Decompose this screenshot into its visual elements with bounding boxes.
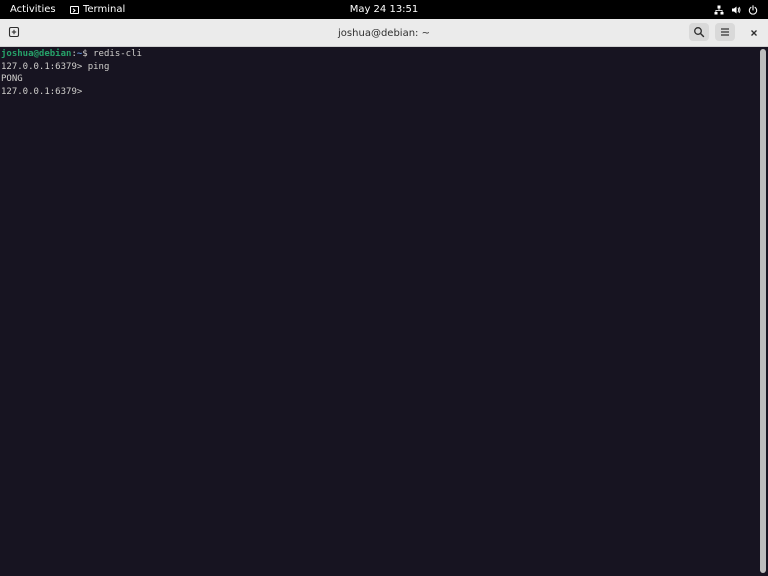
redis-prompt-current: 127.0.0.1:6379> [1, 86, 88, 97]
top-bar: Activities Terminal May 24 13:51 [0, 0, 768, 19]
activities-label: Activities [10, 4, 56, 15]
terminal-icon [70, 5, 79, 14]
prompt-user: joshua@debian [1, 49, 72, 59]
app-menu-label: Terminal [83, 4, 126, 15]
header-bar[interactable]: joshua@debian: ~ [0, 19, 768, 47]
terminal-scrollbar[interactable] [758, 47, 768, 576]
new-tab-button[interactable] [4, 23, 24, 41]
terminal-line-4: 127.0.0.1:6379> [0, 86, 758, 99]
search-icon [693, 23, 705, 42]
close-icon [749, 23, 759, 42]
network-icon [714, 5, 724, 15]
app-menu-button[interactable]: Terminal [70, 0, 125, 19]
terminal-line-2: 127.0.0.1:6379> ping [0, 61, 758, 74]
redis-command: ping [87, 61, 110, 72]
command-text: redis-cli [93, 49, 142, 59]
terminal-window: joshua@debian: ~ joshua@debian:~$ redis-… [0, 19, 768, 576]
system-tray[interactable] [714, 0, 758, 19]
main-menu-button[interactable] [715, 23, 735, 41]
new-tab-icon [8, 23, 20, 42]
window-title-container: joshua@debian: ~ [0, 19, 768, 47]
clock-button[interactable]: May 24 13:51 [350, 4, 419, 15]
hamburger-menu-icon [719, 23, 731, 42]
activities-button[interactable]: Activities [10, 0, 56, 19]
command-output: PONG [1, 74, 23, 85]
scrollbar-thumb[interactable] [760, 49, 766, 573]
search-button[interactable] [689, 23, 709, 41]
terminal-line-1: joshua@debian:~$ redis-cli [0, 48, 758, 61]
terminal-line-3: PONG [0, 73, 758, 86]
power-icon [748, 4, 758, 15]
window-title: joshua@debian: ~ [338, 27, 430, 39]
redis-prompt: 127.0.0.1:6379> [1, 61, 88, 72]
volume-icon [731, 5, 741, 15]
terminal-view[interactable]: joshua@debian:~$ redis-cli 127.0.0.1:637… [0, 47, 758, 576]
close-button[interactable] [744, 23, 764, 41]
prompt-symbol: $ [82, 49, 94, 59]
